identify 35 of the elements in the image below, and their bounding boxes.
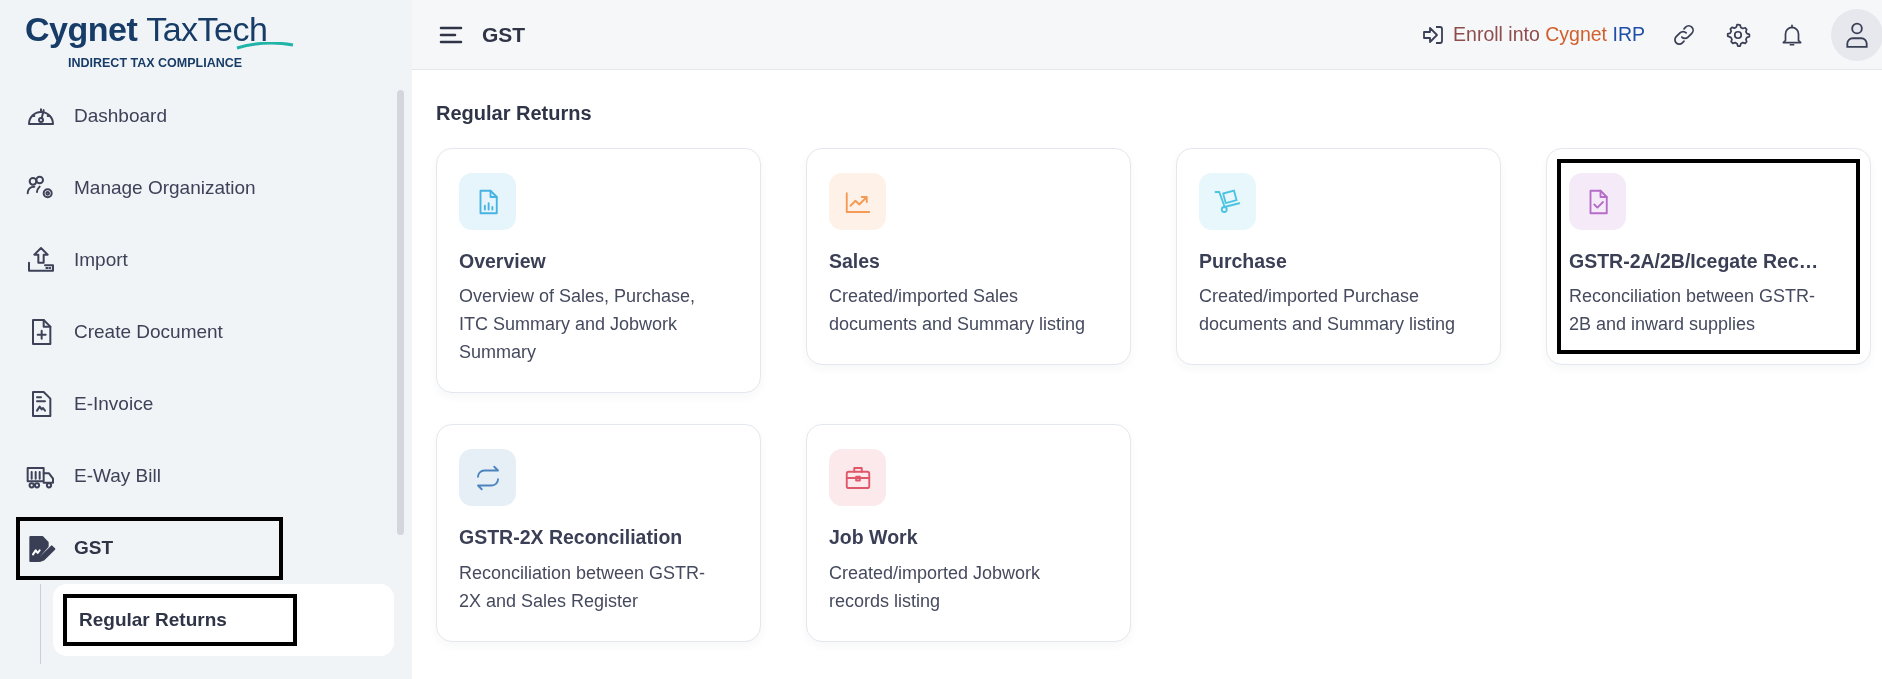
card-title: Sales — [829, 249, 881, 274]
card-description: Reconciliation between GSTR-2X and Sales Register — [459, 561, 707, 613]
sidebar-item[interactable]: E-Invoice — [0, 368, 412, 440]
sidebar-item[interactable]: Import — [0, 224, 412, 296]
page-title: GST — [482, 21, 526, 48]
card-description: Created/imported Purchase documents and Summary listing — [1199, 285, 1457, 337]
feature-card[interactable]: Sales Created/imported Sales documents and Summary listing — [806, 148, 1131, 366]
card-title: Purchase — [1199, 249, 1288, 274]
card-title: GSTR-2X Reconciliation — [459, 525, 684, 551]
feature-card[interactable]: Purchase Created/imported Purchase documents and Summary listing — [1176, 148, 1501, 366]
feature-card[interactable]: Job Work Created/imported Jobwork records listing — [806, 424, 1131, 642]
feature-card[interactable]: Overview Overview of Sales, Purchase, ITC Summary and Jobwork Summary — [436, 148, 761, 394]
card-description: Created/imported Sales documents and Summary listing — [829, 285, 1087, 337]
sidebar-item[interactable]: Create Document — [0, 296, 412, 368]
card-title: Overview — [459, 249, 547, 274]
scrollbar[interactable] — [397, 90, 404, 535]
card-description: Reconciliation between GSTR-2B and inward supplies — [1569, 285, 1817, 337]
sidebar-item[interactable]: GST — [16, 517, 283, 580]
logo-text: Cygnet TaxTech — [25, 10, 268, 48]
submenu-item[interactable]: Regular Returns — [53, 584, 394, 656]
person-icon — [1844, 20, 1870, 49]
logo-tagline: INDIRECT TAX COMPLIANCE — [68, 55, 243, 72]
card-title: Job Work — [829, 525, 919, 551]
enroll-link[interactable]: Enroll into Cygnet IRP — [1421, 19, 1645, 50]
sidebar-item[interactable]: E-Way Bill — [0, 440, 412, 512]
highlight-frame: Regular Returns — [63, 594, 297, 646]
card-description: Overview of Sales, Purchase, ITC Summary and Jobwork Summary — [459, 285, 697, 365]
sidebar-item[interactable]: Dashboard — [0, 80, 412, 152]
logo-swoosh-icon — [235, 42, 295, 50]
section-heading: Regular Returns — [436, 101, 593, 126]
feature-card[interactable]: GSTR-2X Reconciliation Reconciliation between GSTR-2X and Sales Register — [436, 424, 761, 642]
card-description: Created/imported Jobwork records listing — [829, 561, 1042, 613]
sidebar-item[interactable]: Manage Organization — [0, 152, 412, 224]
card-title: GSTR-2A/2B/Icegate Rec… — [1569, 249, 1820, 274]
feature-card[interactable]: GSTR-2A/2B/Icegate Rec… Reconciliation between GSTR-2B and inward supplies — [1546, 148, 1871, 366]
